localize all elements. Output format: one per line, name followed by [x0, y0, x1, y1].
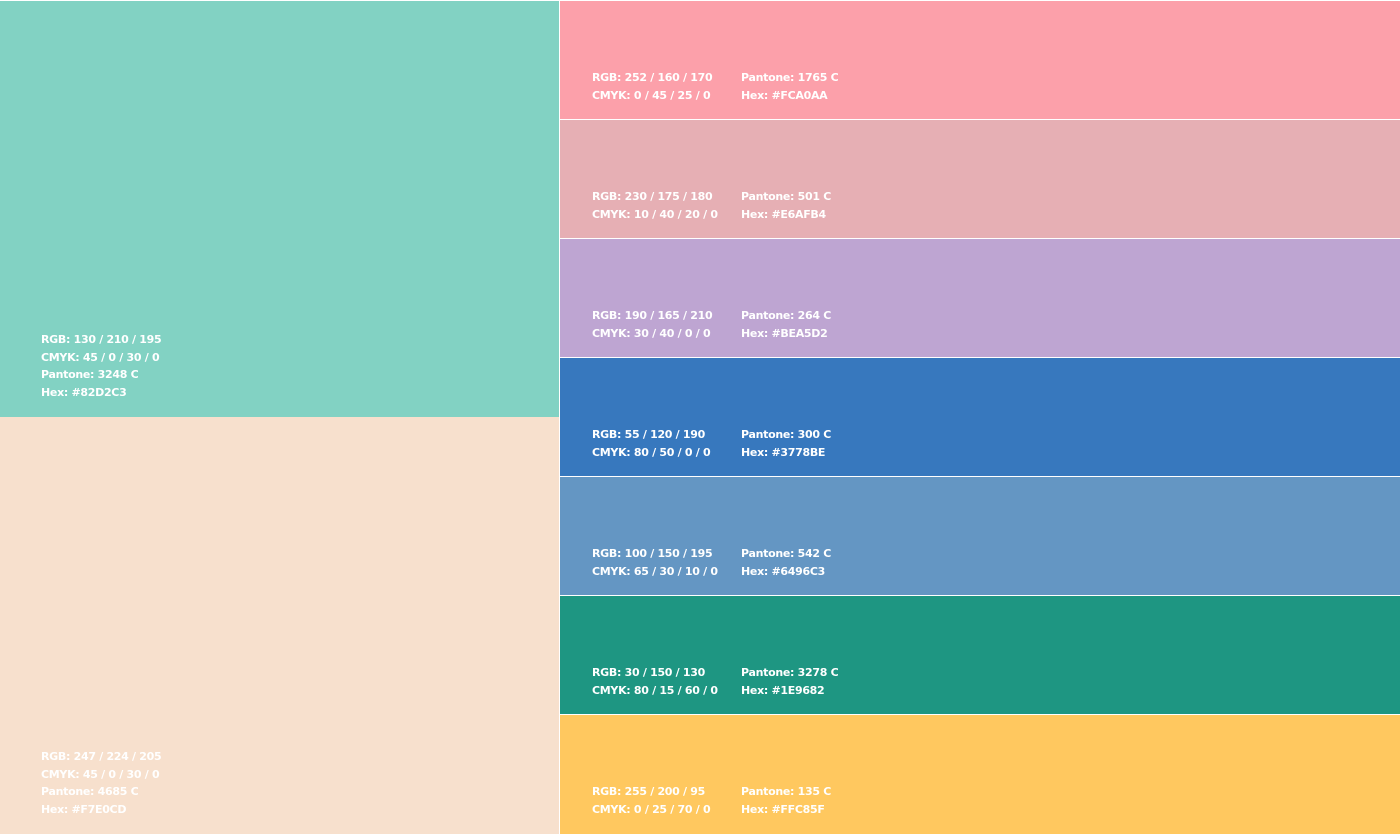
swatch-pink-pantone-hex: Pantone: 1765 C Hex: #FCA0AA: [741, 69, 839, 105]
cmyk-value: CMYK: 45 / 0 / 30 / 0: [41, 350, 160, 364]
pantone-value: Pantone: 1765 C: [741, 71, 839, 84]
cmyk-value: CMYK: 30 / 40 / 0 / 0: [592, 327, 711, 340]
hex-value: Hex: #F7E0CD: [41, 802, 127, 816]
swatch-steel-blue: RGB: 100 / 150 / 195 CMYK: 65 / 30 / 10 …: [560, 477, 1400, 595]
cmyk-value: CMYK: 80 / 15 / 60 / 0: [592, 684, 718, 697]
hex-value: Hex: #1E9682: [741, 684, 825, 697]
hex-value: Hex: #3778BE: [741, 446, 826, 459]
swatch-lavender-rgb-cmyk: RGB: 190 / 165 / 210 CMYK: 30 / 40 / 0 /…: [592, 307, 713, 343]
swatch-mint: RGB: 130 / 210 / 195 CMYK: 45 / 0 / 30 /…: [0, 1, 559, 417]
swatch-blue-rgb-cmyk: RGB: 55 / 120 / 190 CMYK: 80 / 50 / 0 / …: [592, 426, 711, 462]
rgb-value: RGB: 247 / 224 / 205: [41, 750, 162, 763]
swatch-cream-specs: RGB: 247 / 224 / 205 CMYK: 45 / 0 / 30 /…: [41, 748, 162, 818]
large-swatch-column: RGB: 130 / 210 / 195 CMYK: 45 / 0 / 30 /…: [0, 1, 559, 834]
cmyk-value: CMYK: 80 / 50 / 0 / 0: [592, 446, 711, 459]
swatch-cream: RGB: 247 / 224 / 205 CMYK: 45 / 0 / 30 /…: [0, 417, 559, 834]
swatch-yellow-rgb-cmyk: RGB: 255 / 200 / 95 CMYK: 0 / 25 / 70 / …: [592, 783, 711, 819]
hex-value: Hex: #FCA0AA: [741, 89, 828, 102]
cmyk-value: CMYK: 65 / 30 / 10 / 0: [592, 565, 718, 578]
cmyk-value: CMYK: 45 / 0 / 30 / 0: [41, 767, 160, 781]
pantone-value: Pantone: 300 C: [741, 428, 832, 441]
cmyk-value: CMYK: 10 / 40 / 20 / 0: [592, 208, 718, 221]
strip-swatch-column: RGB: 252 / 160 / 170 CMYK: 0 / 45 / 25 /…: [560, 1, 1400, 834]
swatch-yellow: RGB: 255 / 200 / 95 CMYK: 0 / 25 / 70 / …: [560, 715, 1400, 834]
hex-value: Hex: #FFC85F: [741, 803, 825, 816]
swatch-teal-pantone-hex: Pantone: 3278 C Hex: #1E9682: [741, 664, 839, 700]
cmyk-value: CMYK: 0 / 45 / 25 / 0: [592, 89, 711, 102]
rgb-value: RGB: 255 / 200 / 95: [592, 785, 705, 798]
cmyk-value: CMYK: 0 / 25 / 70 / 0: [592, 803, 711, 816]
swatch-pink-rgb-cmyk: RGB: 252 / 160 / 170 CMYK: 0 / 45 / 25 /…: [592, 69, 713, 105]
swatch-lavender-pantone-hex: Pantone: 264 C Hex: #BEA5D2: [741, 307, 831, 343]
swatch-steel-blue-pantone-hex: Pantone: 542 C Hex: #6496C3: [741, 545, 831, 581]
pantone-value: Pantone: 3278 C: [741, 666, 839, 679]
swatch-blue: RGB: 55 / 120 / 190 CMYK: 80 / 50 / 0 / …: [560, 358, 1400, 476]
hex-value: Hex: #6496C3: [741, 565, 825, 578]
pantone-value: Pantone: 542 C: [741, 547, 832, 560]
rgb-value: RGB: 130 / 210 / 195: [41, 333, 162, 346]
swatch-dusty-rose: RGB: 230 / 175 / 180 CMYK: 10 / 40 / 20 …: [560, 120, 1400, 238]
rgb-value: RGB: 252 / 160 / 170: [592, 71, 713, 84]
swatch-teal: RGB: 30 / 150 / 130 CMYK: 80 / 15 / 60 /…: [560, 596, 1400, 714]
swatch-dusty-rose-pantone-hex: Pantone: 501 C Hex: #E6AFB4: [741, 188, 831, 224]
swatch-blue-pantone-hex: Pantone: 300 C Hex: #3778BE: [741, 426, 831, 462]
pantone-value: Pantone: 264 C: [741, 309, 832, 322]
swatch-yellow-pantone-hex: Pantone: 135 C Hex: #FFC85F: [741, 783, 831, 819]
pantone-value: Pantone: 135 C: [741, 785, 832, 798]
pantone-value: Pantone: 3248 C: [41, 368, 139, 381]
rgb-value: RGB: 30 / 150 / 130: [592, 666, 705, 679]
rgb-value: RGB: 230 / 175 / 180: [592, 190, 713, 203]
swatch-dusty-rose-rgb-cmyk: RGB: 230 / 175 / 180 CMYK: 10 / 40 / 20 …: [592, 188, 718, 224]
hex-value: Hex: #E6AFB4: [741, 208, 826, 221]
swatch-pink: RGB: 252 / 160 / 170 CMYK: 0 / 45 / 25 /…: [560, 1, 1400, 119]
hex-value: Hex: #BEA5D2: [741, 327, 828, 340]
swatch-teal-rgb-cmyk: RGB: 30 / 150 / 130 CMYK: 80 / 15 / 60 /…: [592, 664, 718, 700]
swatch-mint-specs: RGB: 130 / 210 / 195 CMYK: 45 / 0 / 30 /…: [41, 331, 162, 401]
swatch-lavender: RGB: 190 / 165 / 210 CMYK: 30 / 40 / 0 /…: [560, 239, 1400, 357]
rgb-value: RGB: 100 / 150 / 195: [592, 547, 713, 560]
pantone-value: Pantone: 501 C: [741, 190, 832, 203]
rgb-value: RGB: 55 / 120 / 190: [592, 428, 705, 441]
hex-value: Hex: #82D2C3: [41, 385, 127, 399]
rgb-value: RGB: 190 / 165 / 210: [592, 309, 713, 322]
swatch-steel-blue-rgb-cmyk: RGB: 100 / 150 / 195 CMYK: 65 / 30 / 10 …: [592, 545, 718, 581]
color-palette: RGB: 130 / 210 / 195 CMYK: 45 / 0 / 30 /…: [0, 0, 1400, 834]
pantone-value: Pantone: 4685 C: [41, 785, 139, 798]
